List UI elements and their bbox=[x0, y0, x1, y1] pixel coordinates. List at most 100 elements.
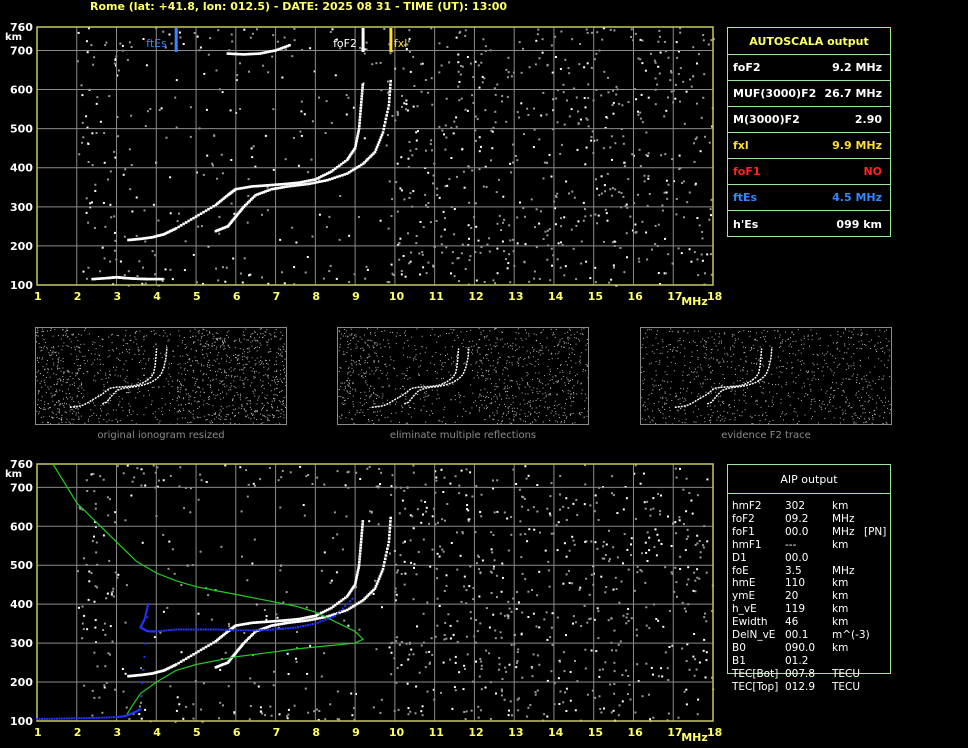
trace-series-1-point bbox=[202, 210, 205, 214]
trace-series-2-point bbox=[338, 174, 341, 178]
aip-value: 110 bbox=[785, 577, 806, 590]
aip-unit: MHz bbox=[832, 512, 855, 525]
x-tick-label: 14 bbox=[548, 726, 564, 739]
synthetic-trace-point bbox=[339, 610, 342, 612]
x-tick-label: 7 bbox=[273, 726, 281, 739]
aip-value: --- bbox=[785, 538, 797, 551]
trace-series-1-point bbox=[199, 212, 203, 215]
synthetic-trace-point bbox=[344, 605, 347, 608]
trace-series-2-point bbox=[361, 520, 365, 523]
trace-series-3-point bbox=[378, 575, 382, 578]
synthetic-trace-point bbox=[167, 629, 170, 632]
trace-series-3-point bbox=[389, 516, 392, 520]
synthetic-trace-point bbox=[279, 628, 282, 630]
trace-series-1-point bbox=[209, 206, 213, 210]
aip-unit: km bbox=[832, 577, 849, 590]
thumbnail-caption-original: original ionogram resized bbox=[97, 430, 225, 441]
x-tick-label: 4 bbox=[153, 726, 161, 739]
aip-value: 46 bbox=[785, 616, 799, 629]
synthetic-trace-point bbox=[157, 630, 160, 633]
autoscala-panel: AUTOSCALA output foF2 9.2 MHz MUF(3000)F2 2… bbox=[727, 27, 891, 237]
trace-series-2-point bbox=[199, 648, 203, 652]
synthetic-trace-point bbox=[63, 717, 66, 720]
trace-series-3-point bbox=[291, 621, 294, 624]
y-tick-label: 600 bbox=[10, 84, 33, 97]
aip-name: TEC[Top] bbox=[732, 680, 779, 693]
autoscala-label: fxl bbox=[733, 139, 749, 152]
synthetic-trace-point bbox=[95, 716, 98, 719]
trace-series-3-point bbox=[388, 530, 391, 533]
synthetic-trace-point bbox=[351, 597, 354, 600]
aip-row: TEC[Top] 012.9 TECU bbox=[727, 681, 967, 694]
autoscala-label: h'Es bbox=[733, 217, 759, 231]
synthetic-trace-point bbox=[195, 628, 198, 631]
trace-series-3-point bbox=[387, 540, 391, 544]
trace-series-1-point bbox=[177, 225, 180, 229]
trace-series-3-point bbox=[343, 609, 346, 613]
thumbnail-trace bbox=[706, 346, 773, 405]
synthetic-trace-point bbox=[180, 628, 183, 631]
synthetic-trace-point bbox=[304, 624, 307, 627]
trace-series-2-point bbox=[359, 549, 362, 552]
trace-series-1-point bbox=[184, 221, 188, 224]
y-tick-label: 600 bbox=[10, 520, 33, 533]
marker-label-foF2: foF2 bbox=[333, 37, 357, 50]
trace-series-2-point bbox=[376, 143, 380, 147]
thumbnail-f2-trace-plot bbox=[641, 328, 892, 425]
synthetic-trace-point bbox=[210, 628, 212, 631]
autoscala-value: NO bbox=[863, 165, 882, 178]
trace-series-2-point bbox=[388, 90, 392, 93]
aip-name: ymE bbox=[732, 590, 756, 603]
thumbnail-caption-multiple-reflections: eliminate multiple reflections bbox=[389, 430, 537, 441]
trace-series-2-point bbox=[354, 578, 358, 582]
synthetic-trace-point bbox=[108, 716, 111, 719]
synthetic-trace-point bbox=[155, 630, 158, 633]
x-tick-label: 16 bbox=[627, 290, 643, 303]
thumbnail-noise bbox=[338, 328, 589, 425]
synthetic-trace-point bbox=[239, 629, 242, 632]
synthetic-trace-point bbox=[272, 628, 275, 631]
trace-series-3-point bbox=[389, 520, 392, 523]
synthetic-trace-point bbox=[48, 717, 51, 720]
aip-row: foF1 00.0 MHz [PN] bbox=[727, 526, 967, 539]
thumbnail-multiple-reflections bbox=[337, 327, 589, 425]
trace-series-0-point bbox=[161, 277, 164, 281]
synthetic-trace-point bbox=[145, 611, 148, 613]
trace-series-2-point bbox=[357, 566, 360, 569]
synthetic-trace-point bbox=[36, 718, 38, 721]
trace-series-3-point bbox=[373, 587, 377, 590]
trace-series-2-point bbox=[382, 127, 385, 131]
trace-series-1-point bbox=[187, 219, 190, 223]
trace-series-3-point bbox=[388, 527, 392, 530]
trace-series-3-point bbox=[379, 572, 383, 576]
trace-series-2-point bbox=[192, 653, 195, 656]
trace-series-2-point bbox=[354, 581, 357, 584]
y-axis-label: km bbox=[5, 32, 22, 43]
synthetic-trace-point bbox=[113, 716, 115, 719]
synthetic-trace-point bbox=[257, 629, 260, 632]
x-axis-label: MHz bbox=[681, 731, 708, 744]
trace-series-2-point bbox=[323, 179, 327, 182]
trace-series-2-point bbox=[361, 526, 364, 529]
trace-series-1-point bbox=[207, 208, 210, 211]
trace-series-2-point bbox=[343, 173, 346, 176]
trace-series-1-point bbox=[204, 209, 208, 212]
synthetic-trace-point bbox=[306, 624, 309, 627]
trace-series-3-point bbox=[303, 619, 307, 623]
synthetic-trace-point bbox=[200, 628, 202, 631]
trace-series-1-point bbox=[212, 205, 215, 208]
trace-series-1-point bbox=[182, 222, 185, 226]
synthetic-trace-point bbox=[73, 717, 76, 720]
trace-series-2-point bbox=[340, 174, 344, 177]
trace-series-2-point bbox=[360, 537, 363, 541]
aip-row: hmF1 --- km bbox=[727, 539, 967, 552]
autoscala-label: ftEs bbox=[733, 191, 758, 204]
trace-series-2-point bbox=[331, 177, 334, 180]
synthetic-trace-point bbox=[249, 629, 252, 632]
x-tick-label: 8 bbox=[312, 290, 320, 303]
trace-series-1-point bbox=[197, 213, 200, 217]
synthetic-trace-point bbox=[78, 717, 81, 720]
synthetic-trace-point bbox=[80, 717, 83, 720]
trace-series-1-point bbox=[174, 227, 178, 230]
trace-series-2-point bbox=[357, 563, 361, 567]
